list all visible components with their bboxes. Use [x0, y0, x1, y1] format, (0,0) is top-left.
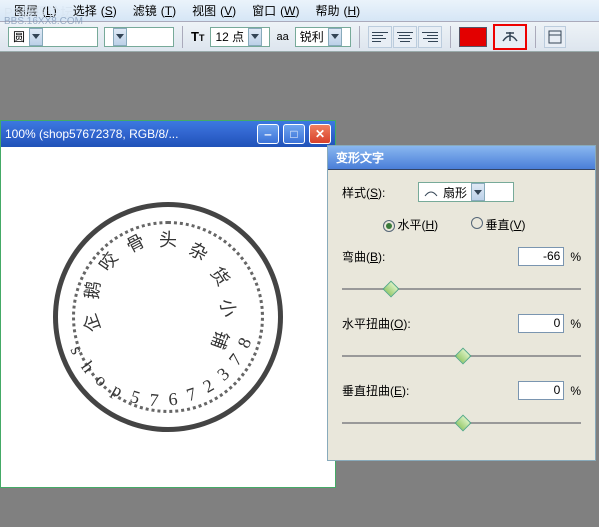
warp-text-button[interactable] [493, 24, 527, 50]
options-bar: 圆 TT 12 点 aa 锐利 [0, 22, 599, 52]
title-bar[interactable]: 100% (shop57672378, RGB/8/... ‒ □ ✕ [1, 121, 335, 147]
horiz-radio[interactable]: 水平(H) [383, 216, 453, 233]
separator [182, 26, 183, 48]
pct: % [570, 317, 581, 331]
align-left-button[interactable] [368, 26, 392, 48]
separator [450, 26, 451, 48]
minimize-button[interactable]: ‒ [257, 124, 279, 144]
chevron-down-icon [248, 28, 262, 46]
menu-select[interactable]: 选择(S) [65, 0, 121, 21]
panel-icon [548, 30, 562, 44]
font-size-dd[interactable]: 12 点 [210, 27, 270, 47]
arc-text-bottom: shop57672378 [58, 207, 278, 427]
hdist-input[interactable]: 0 [518, 314, 564, 333]
separator [359, 26, 360, 48]
bend-slider[interactable] [342, 280, 581, 298]
bend-input[interactable]: -66 [518, 247, 564, 266]
window-title: 100% (shop57672378, RGB/8/... [5, 127, 253, 141]
separator [535, 26, 536, 48]
document-window: 100% (shop57672378, RGB/8/... ‒ □ ✕ 企鹅咬骨… [0, 120, 336, 488]
menu-help[interactable]: 帮助(H) [307, 0, 364, 21]
align-center-button[interactable] [393, 26, 417, 48]
style-dd[interactable]: 扇形 [418, 182, 514, 202]
aa-dd[interactable]: 锐利 [295, 27, 351, 47]
vdist-input[interactable]: 0 [518, 381, 564, 400]
radio-icon [471, 217, 483, 229]
menu-layer[interactable]: 图层(L) [6, 0, 61, 21]
palette-button[interactable] [544, 26, 566, 48]
arc-icon [423, 186, 439, 198]
hdist-label: 水平扭曲(O): [342, 315, 412, 332]
stamp-graphic: 企鹅咬骨头杂货小铺 shop57672378 [53, 202, 283, 432]
chevron-down-icon [471, 183, 485, 201]
radio-icon [383, 220, 395, 232]
warp-text-panel: 变形文字 样式(S): 扇形 水平(H) 垂直(V) 弯曲(B): -66% 水平… [327, 145, 596, 461]
font-style-dd[interactable] [104, 27, 174, 47]
style-label: 样式(S): [342, 184, 412, 201]
pct: % [570, 384, 581, 398]
panel-title[interactable]: 变形文字 [328, 146, 595, 170]
size-icon: TT [191, 29, 204, 44]
aa-icon: aa [276, 31, 288, 43]
maximize-button[interactable]: □ [283, 124, 305, 144]
pct: % [570, 250, 581, 264]
menu-view[interactable]: 视图(V) [184, 0, 240, 21]
menu-bar: 图层(L) 选择(S) 滤镜(T) 视图(V) 窗口(W) 帮助(H) [0, 0, 599, 22]
vert-radio[interactable]: 垂直(V) [471, 216, 541, 233]
hdist-slider[interactable] [342, 347, 581, 365]
vdist-slider[interactable] [342, 414, 581, 432]
font-family-dd[interactable]: 圆 [8, 27, 98, 47]
menu-window[interactable]: 窗口(W) [244, 0, 303, 21]
align-right-button[interactable] [418, 26, 442, 48]
text-color-swatch[interactable] [459, 27, 487, 47]
chevron-down-icon [328, 28, 342, 46]
chevron-down-icon [29, 28, 43, 46]
close-button[interactable]: ✕ [309, 124, 331, 144]
bend-label: 弯曲(B): [342, 248, 412, 265]
menu-filter[interactable]: 滤镜(T) [125, 0, 180, 21]
chevron-down-icon [113, 28, 127, 46]
canvas[interactable]: 企鹅咬骨头杂货小铺 shop57672378 [1, 147, 335, 487]
vdist-label: 垂直扭曲(E): [342, 382, 412, 399]
warp-text-icon [500, 29, 520, 45]
